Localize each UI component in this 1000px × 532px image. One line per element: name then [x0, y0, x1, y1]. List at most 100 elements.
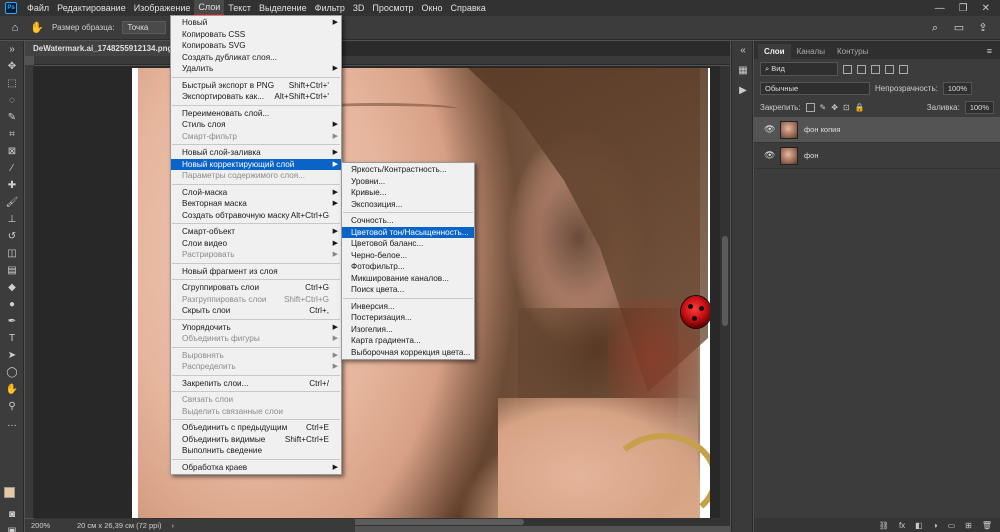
lock-artboard-icon[interactable]: ⊡ — [843, 103, 850, 112]
mask-icon[interactable]: ◧ — [915, 521, 923, 530]
submenu-item[interactable]: Фотофильтр... — [342, 261, 474, 273]
menu-item[interactable]: Упорядочить ▶ — [171, 322, 341, 334]
search-icon[interactable]: ⌕ — [928, 21, 942, 35]
menu-item[interactable]: Создать дубликат слоя... — [171, 52, 341, 64]
submenu-item[interactable]: Постеризация... — [342, 312, 474, 324]
lock-all-icon[interactable]: 🔒 — [855, 103, 865, 112]
menu-item[interactable]: Копировать CSS — [171, 29, 341, 41]
panel-menu-icon[interactable]: ≡ — [987, 44, 1000, 59]
fx-icon[interactable]: fx — [899, 521, 905, 530]
menu-item[interactable]: Новый ▶ — [171, 17, 341, 29]
submenu-item[interactable]: Карта градиента... — [342, 335, 474, 347]
frame-tool-icon[interactable]: ⊠ — [0, 143, 24, 160]
submenu-item[interactable]: Яркость/Контрастность... — [342, 164, 474, 176]
document-tab[interactable]: DeWatermark.ai_1748255912134.png @ — [25, 41, 191, 56]
menu-item[interactable]: Новый слой-заливка ▶ — [171, 147, 341, 159]
zoom-level[interactable]: 200% — [31, 521, 67, 530]
home-icon[interactable]: ⌂ — [8, 21, 22, 35]
menu-edit[interactable]: Редактирование — [53, 0, 130, 16]
pen-tool-icon[interactable]: ✒ — [0, 313, 24, 330]
lock-pixels-icon[interactable] — [805, 103, 815, 112]
tab-paths[interactable]: Контуры — [831, 44, 874, 59]
menu-item[interactable]: Экспортировать как... Alt+Shift+Ctrl+' — [171, 91, 341, 103]
collapse-icon[interactable]: » — [0, 41, 24, 58]
menu-item[interactable]: Стиль слоя ▶ — [171, 119, 341, 131]
menu-item[interactable]: Слои видео ▶ — [171, 238, 341, 250]
clone-stamp-tool-icon[interactable]: ⊥ — [0, 211, 24, 228]
menu-item[interactable]: Новый корректирующий слой ▶ — [171, 158, 341, 170]
path-selection-tool-icon[interactable]: ➤ — [0, 347, 24, 364]
crop-tool-icon[interactable]: ⌗ — [0, 126, 24, 143]
submenu-item[interactable]: Экспозиция... — [342, 199, 474, 211]
menu-image[interactable]: Изображение — [130, 0, 195, 16]
tab-channels[interactable]: Каналы — [791, 44, 831, 59]
lock-move-icon[interactable]: ✥ — [831, 103, 838, 112]
filter-shape-icon[interactable] — [885, 64, 894, 74]
lock-brush-icon[interactable]: ✎ — [820, 103, 827, 112]
screen-mode-icon[interactable]: ▣ — [0, 523, 24, 532]
fill-input[interactable]: 100% — [964, 101, 994, 114]
marquee-tool-icon[interactable]: ⬚ — [0, 75, 24, 92]
horizontal-scroll-thumb[interactable] — [344, 519, 524, 525]
vertical-scroll-thumb[interactable] — [722, 236, 728, 326]
shape-tool-icon[interactable]: ◯ — [0, 364, 24, 381]
hand-tool-icon[interactable]: ✋ — [30, 21, 44, 35]
new-layer-icon[interactable]: ⊞ — [965, 521, 972, 530]
submenu-item[interactable]: Инверсия... — [342, 301, 474, 313]
menu-item[interactable]: Быстрый экспорт в PNG Shift+Ctrl+' — [171, 80, 341, 92]
menu-layers[interactable]: Слои — [194, 0, 225, 16]
menu-item[interactable]: Объединить видимые Shift+Ctrl+E — [171, 434, 341, 446]
maximize-icon[interactable]: ❐ — [959, 3, 968, 14]
filter-adjustment-icon[interactable] — [857, 64, 866, 74]
menu-filter[interactable]: Фильтр — [311, 0, 349, 16]
filter-smart-icon[interactable] — [899, 64, 908, 74]
lasso-tool-icon[interactable]: ◌ — [0, 92, 24, 109]
more-tools-icon[interactable]: … — [0, 415, 24, 432]
blend-mode-select[interactable]: Обычные — [760, 82, 870, 95]
menu-item[interactable]: Закрепить слои... Ctrl+/ — [171, 378, 341, 390]
menu-window[interactable]: Окно — [418, 0, 447, 16]
eyedropper-tool-icon[interactable]: ⁄ — [0, 160, 24, 177]
submenu-item[interactable]: Черно-белое... — [342, 250, 474, 262]
gradient-tool-icon[interactable]: ▤ — [0, 262, 24, 279]
menu-item[interactable]: Слой-маска ▶ — [171, 187, 341, 199]
brush-tool-icon[interactable]: 🖌 — [0, 194, 24, 211]
move-tool-icon[interactable]: ✥ — [0, 58, 24, 75]
close-icon[interactable]: ✕ — [982, 3, 990, 14]
workspace-icon[interactable]: ▭ — [952, 21, 966, 35]
layer-name[interactable]: фон копия — [804, 125, 840, 134]
menu-text[interactable]: Текст — [224, 0, 255, 16]
group-icon[interactable]: ▭ — [948, 521, 956, 530]
filter-pixel-icon[interactable] — [843, 64, 852, 74]
submenu-item[interactable]: Кривые... — [342, 187, 474, 199]
menu-item[interactable]: Выполнить сведение — [171, 445, 341, 457]
play-icon[interactable]: ▶ — [732, 81, 754, 101]
menu-select[interactable]: Выделение — [255, 0, 311, 16]
menu-item[interactable]: Переименовать слой... — [171, 108, 341, 120]
quick-mask-icon[interactable]: ◙ — [0, 506, 24, 523]
tab-layers[interactable]: Слои — [758, 44, 791, 59]
foreground-color-swatch[interactable] — [4, 487, 15, 498]
collapse-icon[interactable]: « — [732, 41, 754, 61]
visibility-eye-icon[interactable]: 👁 — [764, 150, 775, 161]
menu-item[interactable]: Обработка краев ▶ — [171, 462, 341, 474]
layer-row[interactable]: 👁 фон копия — [754, 117, 1000, 143]
menu-3d[interactable]: 3D — [349, 0, 369, 16]
history-brush-tool-icon[interactable]: ↺ — [0, 228, 24, 245]
share-icon[interactable]: ⇪ — [976, 21, 990, 35]
submenu-item[interactable]: Сочность... — [342, 215, 474, 227]
submenu-item[interactable]: Микширование каналов... — [342, 273, 474, 285]
photoshop-logo-icon[interactable]: Ps — [5, 2, 17, 14]
blur-tool-icon[interactable]: ◆ — [0, 279, 24, 296]
menu-view[interactable]: Просмотр — [368, 0, 417, 16]
type-tool-icon[interactable]: T — [0, 330, 24, 347]
submenu-item[interactable]: Цветовой баланс... — [342, 238, 474, 250]
menu-item[interactable]: Смарт-объект ▶ — [171, 226, 341, 238]
submenu-item[interactable]: Выборочная коррекция цвета... — [342, 347, 474, 359]
vertical-scrollbar[interactable] — [720, 66, 730, 518]
menu-item[interactable]: Копировать SVG — [171, 40, 341, 52]
submenu-item[interactable]: Поиск цвета... — [342, 284, 474, 296]
minimize-icon[interactable]: — — [935, 3, 945, 14]
link-icon[interactable]: ⛓ — [879, 521, 889, 530]
menu-item[interactable]: Создать обтравочную маску Alt+Ctrl+G — [171, 210, 341, 222]
